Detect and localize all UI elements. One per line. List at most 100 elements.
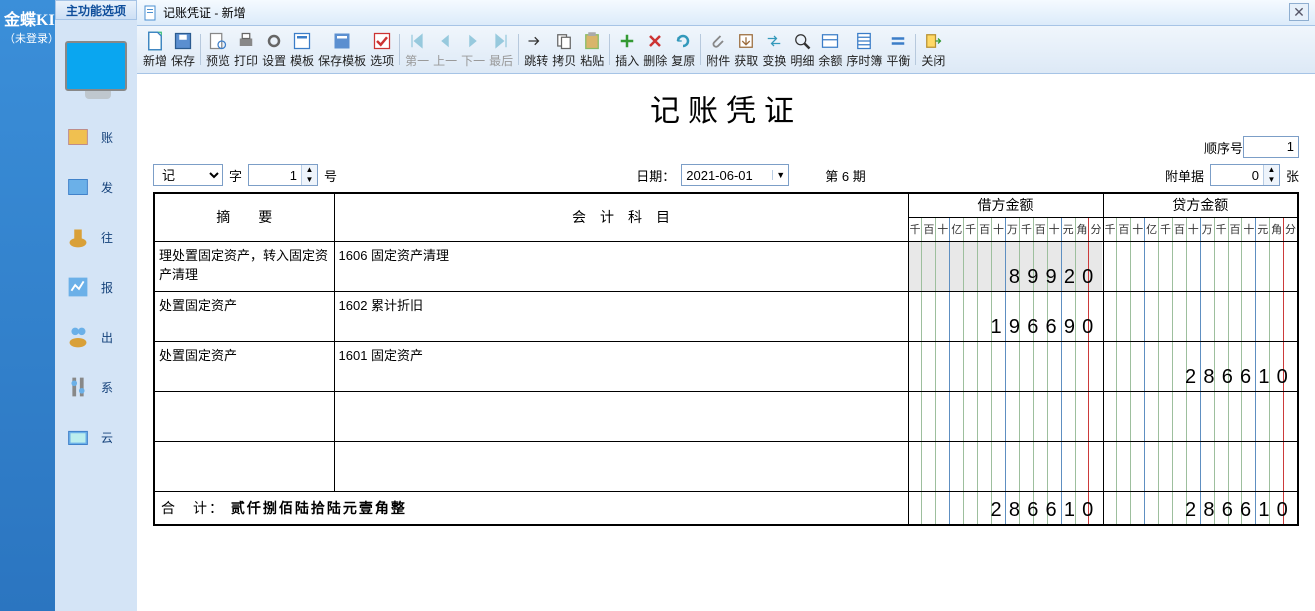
toolbar-convert-button[interactable]: 变换 — [760, 28, 788, 71]
date-picker[interactable]: ▼ — [681, 164, 789, 186]
voucher-number-input[interactable] — [249, 168, 301, 183]
balance-icon — [820, 31, 840, 51]
toolbar-label: 拷贝 — [552, 52, 576, 69]
convert-icon — [764, 31, 784, 51]
voucher-row[interactable] — [154, 441, 1298, 491]
credit-cell[interactable] — [1103, 441, 1298, 491]
nav-item-4[interactable]: 出 — [55, 312, 137, 362]
toolbar-options-button[interactable]: 选项 — [368, 28, 396, 71]
prev-icon — [435, 31, 455, 51]
summary-cell[interactable] — [154, 441, 334, 491]
date-label: 日期： — [636, 166, 675, 185]
total-label: 合 计： — [161, 500, 225, 516]
subject-cell[interactable]: 1601 固定资产 — [334, 341, 908, 391]
debit-cell[interactable]: 89920 — [908, 241, 1103, 291]
subject-cell[interactable] — [334, 441, 908, 491]
subject-cell[interactable] — [334, 391, 908, 441]
credit-cell[interactable] — [1103, 391, 1298, 441]
attach-spin-down[interactable]: ▼ — [1264, 175, 1279, 185]
seq-value[interactable]: 1 — [1243, 136, 1299, 158]
toolbar-label: 选项 — [370, 52, 394, 69]
mdi-close-button[interactable]: ✕ — [1289, 3, 1309, 21]
new-icon — [145, 31, 165, 51]
spin-down[interactable]: ▼ — [302, 175, 317, 185]
summary-cell[interactable]: 处置固定资产 — [154, 291, 334, 341]
voucher-word-select[interactable]: 记 — [153, 164, 223, 186]
toolbar-balance-button[interactable]: 余额 — [816, 28, 844, 71]
subject-cell[interactable]: 1606 固定资产清理 — [334, 241, 908, 291]
app-login-status: （未登录） — [0, 30, 55, 52]
restore-icon — [673, 31, 693, 51]
period-label: 第 6 期 — [825, 166, 865, 185]
subject-cell[interactable]: 1602 累计折旧 — [334, 291, 908, 341]
summary-cell[interactable] — [154, 391, 334, 441]
toolbar-fetch-button[interactable]: 获取 — [732, 28, 760, 71]
attach-spinner[interactable]: ▲▼ — [1210, 164, 1280, 186]
attach-spin-up[interactable]: ▲ — [1264, 165, 1279, 175]
nav-label: 系 — [101, 379, 113, 396]
toolbar-save-button[interactable]: 保存 — [169, 28, 197, 71]
attach-input[interactable] — [1211, 168, 1263, 183]
debit-cell[interactable] — [908, 341, 1103, 391]
toolbar-label: 复原 — [671, 52, 695, 69]
debit-cell[interactable] — [908, 391, 1103, 441]
jump-icon — [526, 31, 546, 51]
app-title: 金蝶KIS — [0, 0, 55, 30]
word-label: 字 — [229, 166, 242, 185]
total-cell: 合 计： 贰仟捌佰陆拾陆元壹角整 — [154, 491, 908, 525]
summary-cell[interactable]: 理处置固定资产，转入固定资产清理 — [154, 241, 334, 291]
sortno-icon — [854, 31, 874, 51]
setup-icon — [264, 31, 284, 51]
detail-icon — [792, 31, 812, 51]
nav-item-3[interactable]: 报 — [55, 262, 137, 312]
toolbar-setup-button[interactable]: 设置 — [260, 28, 288, 71]
toolbar: 新增保存预览打印设置模板保存模板选项第一上一下一最后跳转拷贝粘贴插入删除复原附件… — [137, 26, 1315, 74]
voucher-row[interactable] — [154, 391, 1298, 441]
toolbar-new-button[interactable]: 新增 — [141, 28, 169, 71]
toolbar-preview-button[interactable]: 预览 — [204, 28, 232, 71]
voucher-number-spinner[interactable]: ▲▼ — [248, 164, 318, 186]
toolbar-restore-button[interactable]: 复原 — [669, 28, 697, 71]
total-debit: 286610 — [908, 491, 1103, 525]
voucher-row[interactable]: 处置固定资产1601 固定资产 286610 — [154, 341, 1298, 391]
side-nav: 主功能选项 账发往报出系云 — [55, 0, 137, 611]
toolbar-template-button[interactable]: 模板 — [288, 28, 316, 71]
voucher-row[interactable]: 理处置固定资产，转入固定资产清理1606 固定资产清理89920 — [154, 241, 1298, 291]
nav-item-0[interactable]: 账 — [55, 112, 137, 162]
toolbar-paste-button[interactable]: 粘贴 — [578, 28, 606, 71]
debit-cell[interactable]: 196690 — [908, 291, 1103, 341]
debit-cell[interactable] — [908, 441, 1103, 491]
toolbar-copy-button[interactable]: 拷贝 — [550, 28, 578, 71]
toolbar-jump-button[interactable]: 跳转 — [522, 28, 550, 71]
toolbar-label: 附件 — [706, 52, 730, 69]
toolbar-insert-button[interactable]: 插入 — [613, 28, 641, 71]
toolbar-delete-button[interactable]: 删除 — [641, 28, 669, 71]
toolbar-prev-button: 上一 — [431, 28, 459, 71]
spin-up[interactable]: ▲ — [302, 165, 317, 175]
toolbar-detail-button[interactable]: 明细 — [788, 28, 816, 71]
nav-monitor-icon[interactable] — [55, 20, 137, 112]
date-dropdown-icon[interactable]: ▼ — [772, 170, 788, 180]
toolbar-balance2-button[interactable]: 平衡 — [884, 28, 912, 71]
nav-icon-5 — [61, 370, 95, 404]
nav-item-1[interactable]: 发 — [55, 162, 137, 212]
credit-cell[interactable] — [1103, 291, 1298, 341]
toolbar-sortno-button[interactable]: 序时簿 — [844, 28, 884, 71]
summary-cell[interactable]: 处置固定资产 — [154, 341, 334, 391]
credit-cell[interactable] — [1103, 241, 1298, 291]
toolbar-savetpl-button[interactable]: 保存模板 — [316, 28, 368, 71]
toolbar-label: 打印 — [234, 52, 258, 69]
toolbar-print-button[interactable]: 打印 — [232, 28, 260, 71]
toolbar-close-button[interactable]: 关闭 — [919, 28, 947, 71]
print-icon — [236, 31, 256, 51]
voucher-row[interactable]: 处置固定资产1602 累计折旧196690 — [154, 291, 1298, 341]
nav-item-6[interactable]: 云 — [55, 412, 137, 462]
toolbar-attach-button[interactable]: 附件 — [704, 28, 732, 71]
no-label: 号 — [324, 166, 337, 185]
nav-item-5[interactable]: 系 — [55, 362, 137, 412]
toolbar-last-button: 最后 — [487, 28, 515, 71]
credit-cell[interactable]: 286610 — [1103, 341, 1298, 391]
nav-item-2[interactable]: 往 — [55, 212, 137, 262]
toolbar-label: 预览 — [206, 52, 230, 69]
date-input[interactable] — [682, 168, 772, 183]
